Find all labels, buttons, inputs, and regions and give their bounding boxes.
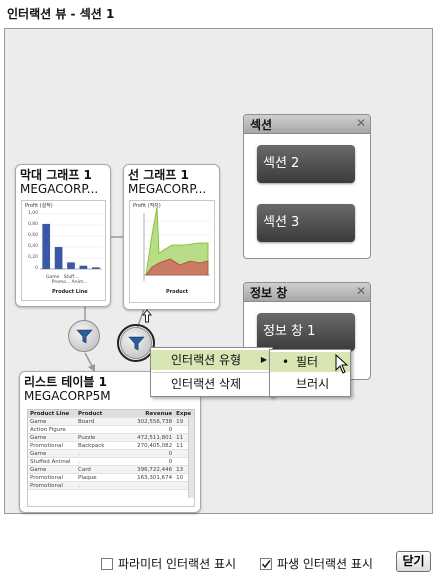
mouse-cursor-icon bbox=[335, 354, 349, 374]
interaction-canvas: 막대 그래프 1 MEGACORP... Profit (실적) 1,00 0,… bbox=[4, 28, 433, 514]
submenu-item-label: 필터 bbox=[296, 355, 319, 369]
list-table: Product Line Product Revenue Expe Game Bo… bbox=[28, 410, 194, 490]
close-button[interactable]: 닫기 bbox=[396, 551, 431, 572]
menu-divider bbox=[153, 372, 270, 373]
filter-funnel-icon bbox=[76, 329, 93, 344]
y-tick: 0,80 bbox=[27, 222, 38, 227]
line-chart-thumbnail: Profit (적자) Product bbox=[129, 200, 215, 303]
close-icon[interactable]: ✕ bbox=[356, 116, 366, 130]
x-tick-labels: Game Stuff... Promo... Anim... bbox=[46, 275, 88, 285]
table-row: Game Puzzle 472,511,801 11 bbox=[28, 433, 194, 442]
x-axis-label: Product Line bbox=[52, 289, 88, 295]
panel-header: 섹션 ✕ bbox=[244, 115, 370, 134]
panel-title: 정보 창 bbox=[250, 286, 288, 300]
menu-item-label: 인터랙션 삭제 bbox=[171, 377, 242, 391]
panel-title: 섹션 bbox=[250, 118, 273, 132]
y-tick-labels: 1,00 0,80 0,60 0,40 0,20 0 bbox=[22, 211, 38, 277]
param-interaction-label: 파라미터 인터랙션 표시 bbox=[118, 557, 237, 571]
menu-item-delete-interaction[interactable]: 인터랙션 삭제 bbox=[151, 374, 272, 394]
submenu-arrow-icon: ▶ bbox=[260, 355, 267, 364]
table-row: Promotional Plaque 163,301,674 10 bbox=[28, 473, 194, 482]
bar bbox=[67, 262, 75, 269]
line-chart-card[interactable]: 선 그래프 1 MEGACORP... Profit (적자) Product bbox=[123, 164, 220, 310]
y-tick: 0,60 bbox=[27, 233, 38, 238]
close-icon[interactable]: ✕ bbox=[356, 284, 366, 298]
section-2-button[interactable]: 섹션 2 bbox=[257, 145, 355, 183]
card-title: 리스트 테이블 1 bbox=[24, 375, 107, 389]
x-tick: Anim... bbox=[71, 280, 88, 285]
section-3-button[interactable]: 섹션 3 bbox=[257, 204, 355, 242]
checkmark-icon bbox=[261, 559, 271, 568]
filter-interaction-button-selected[interactable] bbox=[120, 327, 152, 359]
panel-header: 정보 창 ✕ bbox=[244, 283, 370, 302]
submenu-item-brush[interactable]: 브러시 bbox=[270, 374, 350, 394]
y-tick: 0,20 bbox=[27, 255, 38, 260]
card-subtitle: MEGACORP... bbox=[20, 182, 99, 196]
y-tick: 0 bbox=[35, 266, 38, 271]
column-header: Product Line bbox=[28, 410, 77, 418]
menu-item-interaction-type[interactable]: 인터랙션 유형 ▶ bbox=[151, 350, 272, 370]
filter-funnel-icon bbox=[128, 336, 145, 351]
interaction-context-menu: 인터랙션 유형 ▶ 인터랙션 삭제 bbox=[150, 347, 273, 397]
column-header: Revenue bbox=[119, 410, 175, 418]
table-row: Promotional Backpack 270,405,082 11 bbox=[28, 441, 194, 450]
filter-interaction-button[interactable] bbox=[68, 320, 100, 352]
info-window-1-button[interactable]: 정보 창 1 bbox=[257, 313, 355, 351]
derived-interaction-option[interactable]: 파생 인터랙션 표시 bbox=[260, 555, 373, 572]
window-title: 인터랙션 뷰 - 섹션 1 bbox=[7, 7, 115, 21]
x-axis-label: Product bbox=[166, 289, 189, 295]
table-row: Game Card 396,722,446 13 bbox=[28, 465, 194, 474]
card-title: 선 그래프 1 bbox=[128, 168, 189, 182]
table-row: Stuffed Animal. 0 bbox=[28, 457, 194, 466]
param-interaction-option[interactable]: 파라미터 인터랙션 표시 bbox=[101, 555, 236, 572]
y-tick: 0,40 bbox=[27, 244, 38, 249]
bar-chart-thumbnail: Profit (실적) 1,00 0,80 0,60 0,40 0,20 0 G… bbox=[21, 200, 106, 301]
selected-bullet-icon: • bbox=[282, 355, 290, 369]
x-tick: Promo... bbox=[51, 280, 71, 285]
y-tick: 1,00 bbox=[27, 211, 38, 216]
card-subtitle: MEGACORP5M bbox=[24, 389, 111, 403]
bar bbox=[54, 247, 63, 269]
menu-item-label: 인터랙션 유형 bbox=[171, 353, 242, 367]
list-table-thumbnail: Product Line Product Revenue Expe Game Bo… bbox=[27, 409, 195, 507]
bar-chart-card[interactable]: 막대 그래프 1 MEGACORP... Profit (실적) 1,00 0,… bbox=[15, 164, 111, 307]
bar bbox=[79, 265, 88, 269]
table-row: Game Board 302,556,738 19 bbox=[28, 417, 194, 426]
table-row: Promotional. bbox=[28, 481, 194, 490]
column-header: Expe bbox=[174, 410, 194, 418]
section-panel: 섹션 ✕ 섹션 2 섹션 3 bbox=[243, 114, 371, 259]
table-row: Action Figure 0 bbox=[28, 425, 194, 434]
area-plot bbox=[143, 206, 210, 281]
bar bbox=[42, 223, 51, 269]
table-scrollbar[interactable] bbox=[188, 418, 194, 498]
param-interaction-checkbox[interactable] bbox=[101, 557, 113, 570]
card-subtitle: MEGACORP... bbox=[128, 182, 207, 196]
card-title: 막대 그래프 1 bbox=[20, 168, 92, 182]
submenu-item-label: 브러시 bbox=[296, 377, 330, 391]
column-header: Product bbox=[76, 410, 120, 418]
rotate-handle-icon[interactable] bbox=[140, 309, 154, 323]
table-header-row: Product Line Product Revenue Expe bbox=[28, 410, 194, 418]
table-row: Game. 0 bbox=[28, 449, 194, 458]
derived-interaction-checkbox[interactable] bbox=[260, 557, 272, 570]
derived-interaction-label: 파생 인터랙션 표시 bbox=[277, 557, 373, 571]
